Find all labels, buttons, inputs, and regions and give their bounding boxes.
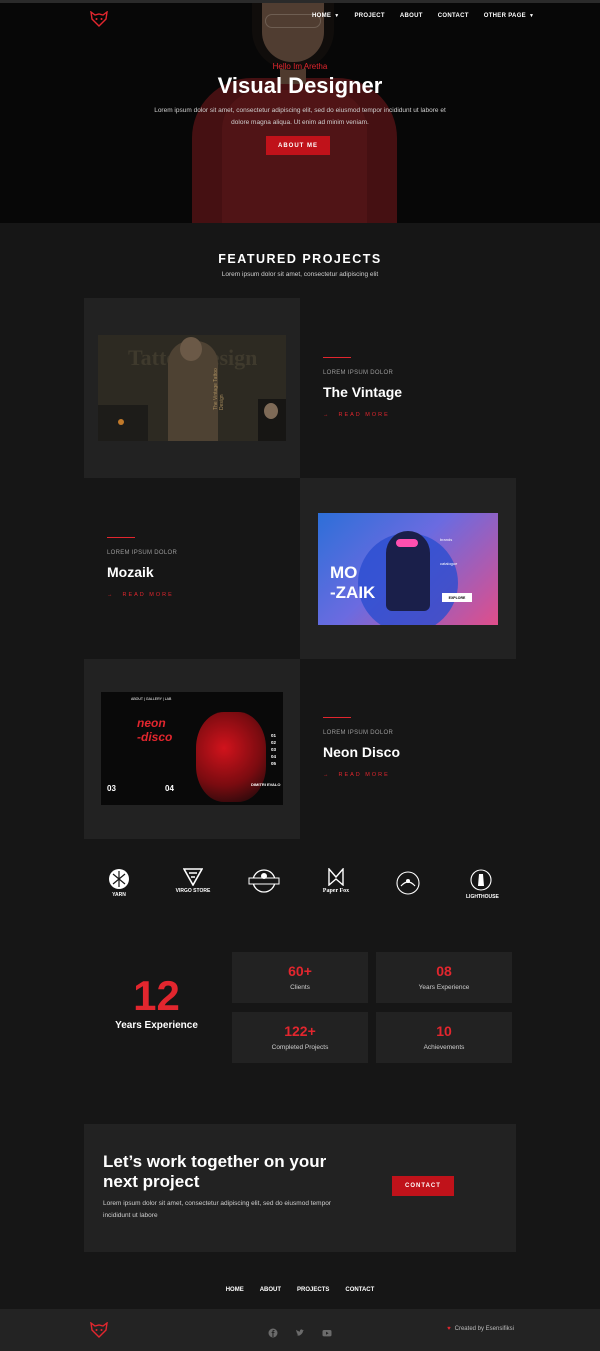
experience-label: Years Experience [115,1020,198,1031]
stat-years: 08 Years Experience [376,952,512,1003]
footer-nav-projects[interactable]: PROJECTS [297,1287,329,1293]
chevron-down-icon: ▼ [334,13,340,19]
arrow-right-icon: → [323,772,331,778]
facebook-icon[interactable] [268,1325,278,1338]
project-info-neon: LOREM IPSUM DOLOR Neon Disco → READ MORE [323,717,400,778]
twitter-icon[interactable] [295,1325,305,1336]
footer-nav: HOME ABOUT PROJECTS CONTACT [0,1287,600,1293]
experience-highlight: 12 Years Experience [84,972,229,1032]
project-thumb-mozaik[interactable]: MO -ZAIK brands catalogue EXPLORE [318,513,498,625]
main-nav: HOME ▼ PROJECT ABOUT CONTACT OTHER PAGE ▼ [312,13,549,19]
stat-projects: 122+ Completed Projects [232,1012,368,1063]
hero-section: HOME ▼ PROJECT ABOUT CONTACT OTHER PAGE ▼ … [0,0,600,223]
contact-button[interactable]: CONTACT [392,1176,454,1196]
hero-description: Lorem ipsum dolor sit amet, consectetur … [154,107,446,126]
cta-description: Lorem ipsum dolor sit amet, consectetur … [103,1200,331,1219]
project-info-mozaik: LOREM IPSUM DOLOR Mozaik → READ MORE [107,537,177,598]
chevron-down-icon: ▼ [528,13,535,19]
brand-badge-logo [248,868,280,896]
logo-icon[interactable] [90,11,108,27]
brand-paper-fox-logo: Paper Fox [320,867,352,894]
footer-nav-home[interactable]: HOME [226,1287,244,1293]
brand-virgo-logo: VIRGO STORE [175,868,211,894]
featured-subtitle: Lorem ipsum dolor sit amet, consectetur … [221,271,379,278]
footer-nav-about[interactable]: ABOUT [260,1287,281,1293]
brand-yarn-logo: YARN [104,868,134,898]
project-info-vintage: LOREM IPSUM DOLOR The Vintage → READ MORE [323,357,402,418]
hero-title: Visual Designer [217,73,383,98]
nav-contact[interactable]: CONTACT [438,13,469,19]
footer-logo-icon[interactable] [90,1322,108,1338]
read-more-link[interactable]: → READ MORE [107,592,177,598]
featured-title: FEATURED PROJECTS [218,252,382,266]
about-me-button[interactable]: ABOUT ME [266,136,330,155]
nav-project[interactable]: PROJECT [354,13,384,19]
project-name: Neon Disco [323,744,401,760]
project-name: The Vintage [323,384,403,400]
footer-nav-contact[interactable]: CONTACT [345,1287,374,1293]
nav-other-page[interactable]: OTHER PAGE ▼ [484,13,534,19]
brand-lighthouse-logo: LIGHTHOUSE [466,868,499,900]
stat-clients: 60+ Clients [232,952,368,1003]
read-more-link[interactable]: → READ MORE [323,772,400,778]
arrow-right-icon: → [107,592,115,598]
brand-logos: YARN VIRGO STORE Paper Fox LIGHTHOUSE [0,867,600,908]
project-thumb-vintage[interactable]: Tattoo Design The Vintage Tattoo Design [98,335,286,441]
project-thumb-neon[interactable]: ABOUT | GALLERY | LAB neon -disco 03 04 … [101,692,283,805]
youtube-icon[interactable] [322,1325,332,1337]
nav-about[interactable]: ABOUT [400,13,423,19]
brand-sun-island-logo [393,868,423,900]
hero-greeting: Hello Im Aretha [272,62,328,71]
arrow-right-icon: → [323,412,331,418]
nav-home[interactable]: HOME ▼ [312,13,339,19]
read-more-link[interactable]: → READ MORE [323,412,402,418]
stat-achievements: 10 Achievements [376,1012,512,1063]
footer-credit: ♥ Created by Esensifiksi [447,1326,514,1332]
project-name: Mozaik [107,564,154,580]
cta-section: Let’s work together on your next project… [84,1124,516,1252]
hero-text: Hello Im Aretha Visual Designer Lorem ip… [0,62,600,129]
experience-number: 12 [133,972,180,1019]
footer: ♥ Created by Esensifiksi [0,1309,600,1351]
cta-title: Let’s work together on your next project [103,1152,327,1191]
heart-icon: ♥ [447,1326,451,1332]
